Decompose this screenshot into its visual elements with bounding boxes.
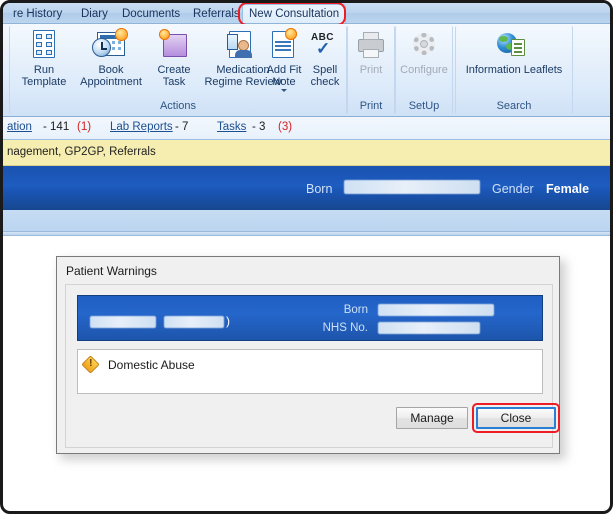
notice-bar: nagement, GP2GP, Referrals [3,140,610,166]
add-fit-note-label-line2: Note [272,75,296,88]
configure-label: Configure [400,64,448,76]
patient-warnings-dialog: Patient Warnings ) Born NHS No. Domestic… [56,256,560,454]
dialog-patient-name-suffix: ) [226,314,230,328]
run-template-label-line1: Run [33,64,55,76]
dialog-title: Patient Warnings [66,264,157,278]
run-template-button[interactable]: Run Template [13,28,75,88]
printer-icon [349,28,393,62]
abc-check-icon: ABC ✓ [311,32,334,58]
spell-check-label-line1: Spell [312,64,338,76]
tab-new-consultation[interactable]: New Consultation [242,4,347,23]
add-fit-note-dropdown-arrow[interactable] [281,89,287,92]
book-appointment-button[interactable]: Book Appointment [71,28,151,88]
ribbon-group-search-label: Search [496,100,532,112]
task-folder-icon [147,28,201,62]
banner-gender-label: Gender [492,182,534,196]
book-appointment-label-line2: Appointment [80,75,142,88]
add-fit-note-label-line1: Add Fit [266,64,302,76]
calendar-clock-icon [71,28,151,62]
tab-referrals[interactable]: Referrals [187,5,246,23]
medication-link[interactable]: ation [7,121,32,133]
information-leaflets-label: Information Leaflets [465,64,563,76]
book-appointment-label-line1: Book [98,64,124,76]
fit-note-icon [259,28,309,62]
dialog-born-value-redacted [378,304,494,316]
manage-button[interactable]: Manage [396,407,468,429]
configure-button[interactable]: Configure [395,28,453,77]
notice-bar-text: nagement, GP2GP, Referrals [7,146,156,158]
create-task-label-line2: Task [162,75,186,88]
tasks-count: - 3 [252,121,266,133]
lab-reports-link[interactable]: Lab Reports [110,121,173,133]
dialog-nhs-value-redacted [378,322,480,334]
warning-diamond-icon [81,355,100,374]
dialog-patient-surname-redacted [90,316,156,328]
create-task-label-line1: Create [157,64,191,76]
run-template-label-line2: Template [21,75,67,88]
ribbon-group-actions-label: Actions [159,100,197,112]
dialog-nhs-label: NHS No. [322,322,368,334]
medication-count: - 141 [43,121,70,133]
tab-documents[interactable]: Documents [116,5,186,23]
warning-text: Domestic Abuse [108,358,195,372]
tab-diary[interactable]: Diary [75,5,114,23]
add-fit-note-button[interactable]: Add Fit Note [259,28,309,92]
application-window: re History Diary Documents Referrals New… [0,0,613,514]
tasks-link[interactable]: Tasks [217,121,246,133]
information-leaflets-button[interactable]: Information Leaflets [459,28,569,77]
template-icon [13,28,75,62]
tab-care-history[interactable]: re History [7,5,68,23]
patient-subbar [3,210,610,232]
dialog-client-area: ) Born NHS No. Domestic Abuse Manage Clo… [65,284,560,448]
banner-born-value-redacted [344,180,480,194]
spell-check-label-line2: check [310,75,340,88]
ribbon-tab-strip: re History Diary Documents Referrals New… [3,3,610,26]
lab-reports-count: - 7 [175,121,189,133]
print-button[interactable]: Print [349,28,393,77]
dialog-born-label: Born [343,304,368,316]
summary-links-row: ation - 141 (1) Lab Reports - 7 Tasks - … [3,117,610,140]
close-button[interactable]: Close [476,407,556,429]
globe-document-icon [459,28,569,62]
dialog-patient-header: ) Born NHS No. [77,295,543,341]
patient-subbar-edge [3,232,610,236]
banner-born-label: Born [306,182,333,196]
ribbon-group-print-label: Print [359,100,383,112]
patient-banner: Born Gender Female [3,166,610,210]
warnings-list[interactable]: Domestic Abuse [77,349,543,394]
print-label: Print [359,64,383,76]
create-task-button[interactable]: Create Task [147,28,201,88]
tasks-alert-count: (3) [278,121,293,133]
gear-icon [395,28,453,62]
spell-check-button[interactable]: ABC ✓ Spell check [303,28,347,88]
dialog-patient-forename-redacted [164,316,224,328]
medication-alert-count: (1) [77,121,92,133]
ribbon: Actions Print SetUp Search Run Template [3,24,610,117]
banner-gender-value: Female [546,182,590,196]
ribbon-group-setup-label: SetUp [408,100,440,112]
